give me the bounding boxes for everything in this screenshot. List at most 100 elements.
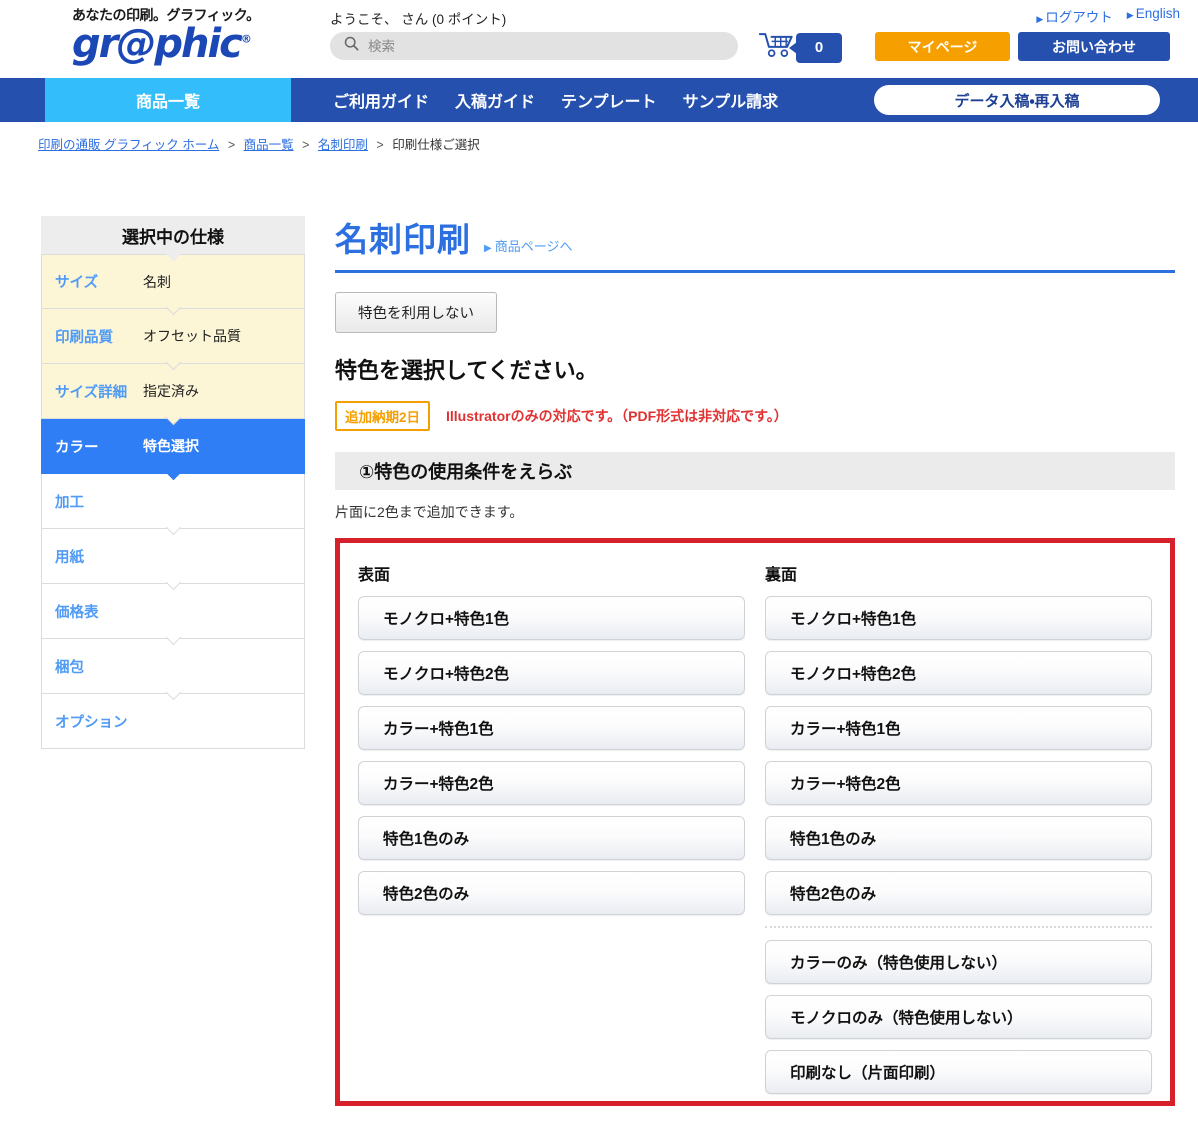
nav-item-sample-request[interactable]: サンプル請求 xyxy=(683,88,779,112)
sidebar-item-packaging[interactable]: 梱包 xyxy=(41,639,305,701)
page-title-row: 名刺印刷 ▶ 商品ページへ xyxy=(335,213,1175,273)
breadcrumb-separator: > xyxy=(302,138,310,152)
sidebar-item-label: 価格表 xyxy=(55,604,99,621)
front-option-color-plus-1spot[interactable]: カラー+特色1色 xyxy=(358,706,745,750)
section-heading: 特色を選択してください。 xyxy=(335,358,598,383)
front-side-heading: 表面 xyxy=(358,567,391,584)
breadcrumb-item-business-card[interactable]: 名刺印刷 xyxy=(318,138,368,152)
back-option-mono-plus-2spot[interactable]: モノクロ+特色2色 xyxy=(765,651,1152,695)
sidebar-item-value: 特色選択 xyxy=(143,438,199,454)
sidebar-item-color[interactable]: カラー 特色選択 xyxy=(41,419,305,481)
nav-item-template[interactable]: テンプレート xyxy=(561,88,657,112)
site-header: あなたの印刷。グラフィック。 gr@phic® ようこそ、 さん (0 ポイント… xyxy=(0,0,1198,78)
breadcrumb-separator: > xyxy=(376,138,384,152)
sidebar-item-value: 名刺 xyxy=(143,273,171,290)
spec-sidebar: 選択中の仕様 サイズ 名刺 印刷品質 オフセット品質 サイズ詳細 指定済み カラ… xyxy=(41,216,305,749)
option-group-divider xyxy=(765,926,1152,928)
mypage-button[interactable]: マイページ xyxy=(875,32,1010,61)
sidebar-item-label: 加工 xyxy=(55,494,84,511)
breadcrumb-item-current: 印刷仕様ご選択 xyxy=(392,138,480,152)
sidebar-title: 選択中の仕様 xyxy=(41,216,305,262)
sidebar-item-option[interactable]: オプション xyxy=(41,694,305,749)
logo-text: gr@phic xyxy=(72,21,243,67)
chevron-down-icon xyxy=(159,307,187,316)
front-option-mono-plus-1spot[interactable]: モノクロ+特色1色 xyxy=(358,596,745,640)
front-option-2spot-only[interactable]: 特色2色のみ xyxy=(358,871,745,915)
logout-label: ログアウト xyxy=(1045,10,1113,25)
search-icon xyxy=(344,36,359,56)
logo-trademark: ® xyxy=(240,32,252,46)
sidebar-item-label: サイズ xyxy=(55,275,99,291)
sidebar-item-paper[interactable]: 用紙 xyxy=(41,529,305,591)
contact-button[interactable]: お問い合わせ xyxy=(1018,32,1170,61)
step-band-note: 片面に2色まで追加できます。 xyxy=(335,504,524,520)
chevron-down-icon xyxy=(159,417,187,426)
back-option-no-print[interactable]: 印刷なし（片面印刷） xyxy=(765,1050,1152,1094)
chevron-down-icon xyxy=(159,253,187,262)
search-input[interactable] xyxy=(366,37,696,55)
search-box[interactable] xyxy=(330,32,738,60)
product-page-link-label: 商品ページへ xyxy=(494,239,573,254)
english-link[interactable]: ▶ English xyxy=(1127,6,1180,26)
sidebar-item-size-detail[interactable]: サイズ詳細 指定済み xyxy=(41,364,305,426)
triangle-right-icon: ▶ xyxy=(1036,14,1044,24)
welcome-message: ようこそ、 さん (0 ポイント) xyxy=(330,12,507,27)
back-option-mono-plus-1spot[interactable]: モノクロ+特色1色 xyxy=(765,596,1152,640)
nav-data-upload-button[interactable]: データ入稿・再入稿 xyxy=(874,85,1160,115)
chevron-down-icon xyxy=(159,527,187,536)
triangle-right-icon: ▶ xyxy=(1126,10,1134,20)
chevron-down-icon xyxy=(159,692,187,701)
back-option-mono-only[interactable]: モノクロのみ（特色使用しない） xyxy=(765,995,1152,1039)
breadcrumb-item-product-list[interactable]: 商品一覧 xyxy=(244,138,294,152)
main-navigation: 商品一覧 ご利用ガイド 入稿ガイド テンプレート サンプル請求 データ入稿・再入… xyxy=(0,78,1198,122)
cart-count-badge: 0 xyxy=(789,32,842,63)
breadcrumb-separator: > xyxy=(227,138,236,152)
back-option-color-plus-2spot[interactable]: カラー+特色2色 xyxy=(765,761,1152,805)
extra-lead-time-badge: 追加納期2日 xyxy=(335,401,431,431)
sidebar-item-label: 梱包 xyxy=(55,659,84,676)
top-utility-links: ▶ ログアウト ▶ English xyxy=(1036,6,1180,26)
back-option-1spot-only[interactable]: 特色1色のみ xyxy=(765,816,1152,860)
back-side-heading: 裏面 xyxy=(765,567,798,584)
back-option-color-plus-1spot[interactable]: カラー+特色1色 xyxy=(765,706,1152,750)
chevron-down-icon xyxy=(159,637,187,646)
product-page-link[interactable]: ▶ 商品ページへ xyxy=(484,236,572,255)
front-option-mono-plus-2spot[interactable]: モノクロ+特色2色 xyxy=(358,651,745,695)
back-option-2spot-only[interactable]: 特色2色のみ xyxy=(765,871,1152,915)
no-spot-color-button[interactable]: 特色を利用しない xyxy=(335,292,497,333)
back-option-color-only[interactable]: カラーのみ（特色使用しない） xyxy=(765,940,1152,984)
nav-item-submission-guide[interactable]: 入稿ガイド xyxy=(455,88,535,112)
front-option-1spot-only[interactable]: 特色1色のみ xyxy=(358,816,745,860)
sidebar-item-value: オフセット品質 xyxy=(143,328,241,344)
breadcrumb: 印刷の通販 グラフィック ホーム > 商品一覧 > 名刺印刷 > 印刷仕様ご選択 xyxy=(0,122,1198,153)
nav-item-usage-guide[interactable]: ご利用ガイド xyxy=(333,88,429,112)
sidebar-item-processing[interactable]: 加工 xyxy=(41,474,305,536)
sidebar-item-label: 用紙 xyxy=(55,549,84,566)
front-option-color-plus-2spot[interactable]: カラー+特色2色 xyxy=(358,761,745,805)
logout-link[interactable]: ▶ ログアウト xyxy=(1036,6,1112,26)
usage-condition-panel: 表面 モノクロ+特色1色 モノクロ+特色2色 カラー+特色1色 カラー+特色2色… xyxy=(335,538,1175,1106)
page-title: 名刺印刷 xyxy=(335,221,471,258)
sidebar-item-price-list[interactable]: 価格表 xyxy=(41,584,305,646)
back-side-column: 裏面 モノクロ+特色1色 モノクロ+特色2色 カラー+特色1色 カラー+特色2色… xyxy=(755,561,1152,1094)
breadcrumb-item-home[interactable]: 印刷の通販 グラフィック ホーム xyxy=(38,138,219,152)
step-band-title: ①特色の使用条件をえらぶ xyxy=(335,452,1175,490)
chevron-down-icon xyxy=(159,582,187,591)
sidebar-item-value: 指定済み xyxy=(143,383,199,399)
sidebar-item-label: オプション xyxy=(55,714,128,731)
sidebar-item-size[interactable]: サイズ 名刺 xyxy=(41,254,305,316)
sidebar-item-label: 印刷品質 xyxy=(55,329,113,346)
sidebar-item-label: サイズ詳細 xyxy=(55,384,128,401)
sidebar-title-label: 選択中の仕様 xyxy=(122,227,224,247)
nav-items: ご利用ガイド 入稿ガイド テンプレート サンプル請求 xyxy=(333,78,778,122)
sidebar-item-label: カラー xyxy=(55,439,99,456)
sidebar-item-print-quality[interactable]: 印刷品質 オフセット品質 xyxy=(41,309,305,371)
chevron-down-icon xyxy=(159,472,187,481)
nav-item-product-list[interactable]: 商品一覧 xyxy=(45,78,291,122)
note-row: 追加納期2日 Illustratorのみの対応です。（PDF形式は非対応です。） xyxy=(335,401,1175,431)
format-note: Illustratorのみの対応です。（PDF形式は非対応です。） xyxy=(446,408,788,424)
english-label: English xyxy=(1135,6,1180,21)
triangle-right-icon: ▶ xyxy=(484,243,492,254)
cart-widget[interactable]: 0 xyxy=(758,29,842,66)
site-logo[interactable]: gr@phic® xyxy=(72,21,252,67)
